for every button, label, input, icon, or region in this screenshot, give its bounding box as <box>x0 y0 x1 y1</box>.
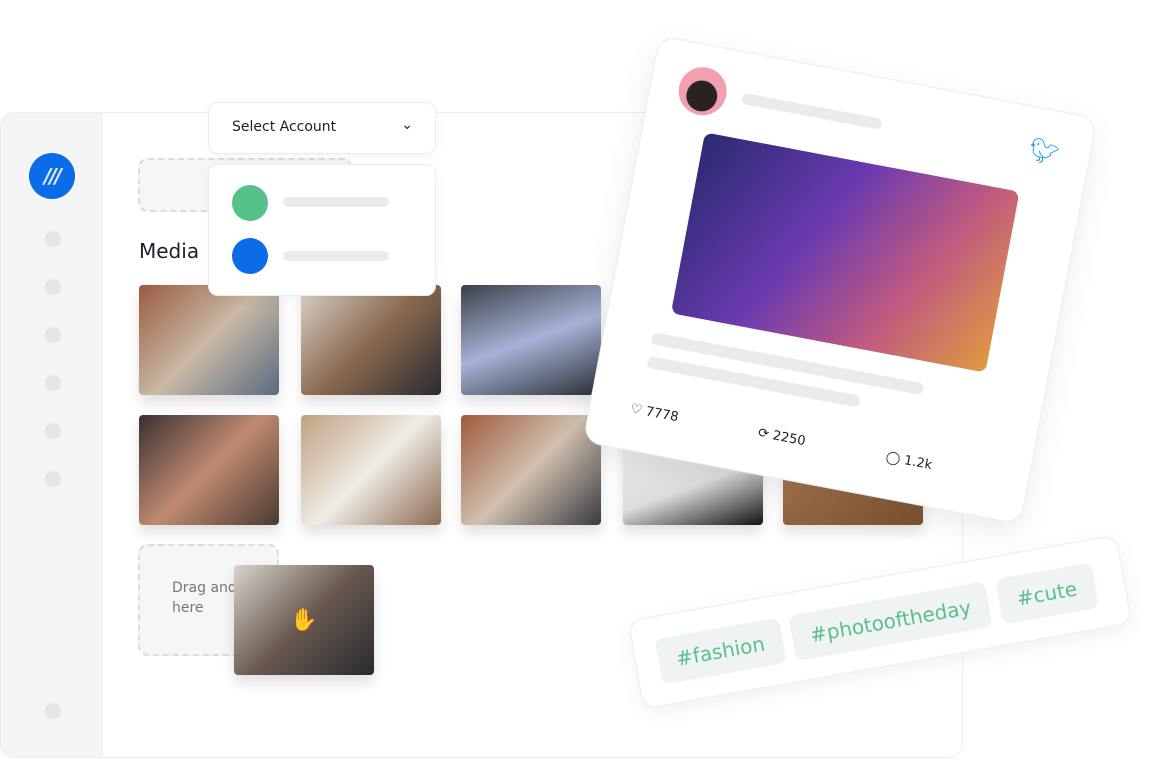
media-photo[interactable] <box>139 285 279 395</box>
media-photo[interactable] <box>301 285 441 395</box>
account-name-placeholder <box>283 197 389 207</box>
media-photo[interactable] <box>461 285 601 395</box>
grab-hand-icon: ✋ <box>290 607 318 633</box>
media-photo[interactable] <box>139 415 279 525</box>
sidebar: /// <box>1 113 103 757</box>
twitter-icon: 🐦︎ <box>1026 135 1062 169</box>
hashtag-chip[interactable]: #photooftheday <box>788 581 993 662</box>
heart-icon: ♡ <box>629 401 644 419</box>
sidebar-item[interactable] <box>45 471 61 487</box>
account-avatar[interactable] <box>232 238 268 274</box>
profile-avatar <box>674 63 731 120</box>
username-placeholder <box>741 92 883 130</box>
hashtag-chip[interactable]: #fashion <box>654 617 787 685</box>
post-preview-card: 🐦︎ ♡ 7778 ⟳ 2250 ◯ 1.2k <box>582 35 1098 525</box>
chevron-down-icon: ⌄ <box>401 117 413 133</box>
sidebar-item[interactable] <box>45 327 61 343</box>
sidebar-item[interactable] <box>45 279 61 295</box>
sidebar-item[interactable] <box>45 703 61 719</box>
dragged-photo[interactable]: ✋ <box>234 565 374 675</box>
retweet-icon: ⟳ <box>756 425 771 443</box>
comment-icon: ◯ <box>884 449 902 468</box>
account-select[interactable]: Select Account ⌄ <box>208 102 436 154</box>
media-photo[interactable] <box>301 415 441 525</box>
media-title: Media <box>139 239 200 263</box>
sidebar-item[interactable] <box>45 231 61 247</box>
account-dropdown <box>208 164 436 296</box>
retweets-stat[interactable]: ⟳ 2250 <box>757 426 807 450</box>
account-name-placeholder <box>283 251 389 261</box>
account-avatar[interactable] <box>232 185 268 221</box>
sidebar-item[interactable] <box>45 375 61 391</box>
likes-stat[interactable]: ♡ 7778 <box>629 401 680 425</box>
media-photo[interactable] <box>461 415 601 525</box>
brand-logo-icon[interactable]: /// <box>29 153 75 199</box>
hashtag-chip[interactable]: #cute <box>995 562 1099 625</box>
sidebar-item[interactable] <box>45 423 61 439</box>
replies-stat[interactable]: ◯ 1.2k <box>885 450 934 473</box>
post-image <box>670 132 1020 373</box>
